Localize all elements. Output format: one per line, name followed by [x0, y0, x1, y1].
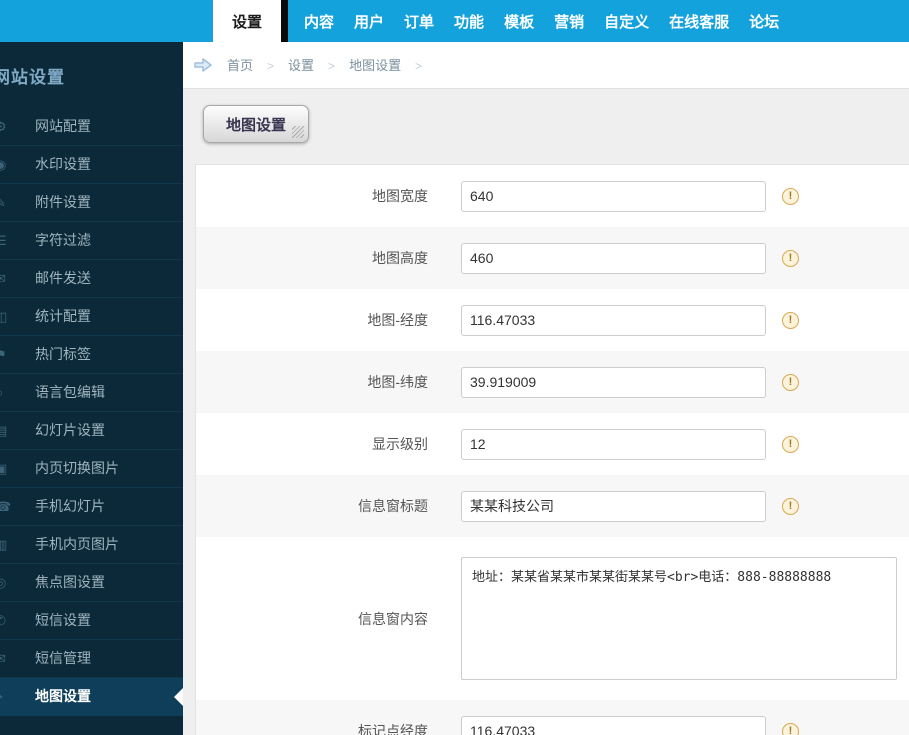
resize-grip-icon	[292, 126, 305, 138]
sidebar: 网站设置 ⚙ 网站配置 ◉ 水印设置 ✎ 附件设置 ☰ 字符过滤 ✉ 邮件发送 ◫ 统计配置 ⚑ 热门标签…	[0, 42, 183, 735]
sidebar-item-焦点图设置[interactable]: ◎ 焦点图设置	[0, 564, 183, 602]
map-longitude-label: 地图-经度	[367, 312, 428, 328]
info-window-content-label: 信息窗内容	[358, 610, 428, 627]
sidebar-item-短信设置[interactable]: ✆ 短信设置	[0, 602, 183, 640]
message-icon: ✉	[0, 651, 6, 666]
main-content: 首页>设置>地图设置> 地图设置 地图宽度!地图高度!地图-经度!地图-纬度!显…	[183, 42, 909, 735]
globe-icon: ○	[0, 374, 13, 411]
form-row-zoom-level: 显示级别!	[196, 413, 909, 475]
warning-icon: !	[782, 187, 799, 205]
section-button-label: 地图设置	[226, 116, 287, 134]
top-navigation: 设置 内容 用户 订单 功能 模板 营销 自定义 在线客服 论坛	[0, 0, 909, 42]
filter-icon: ☰	[0, 233, 7, 248]
sidebar-item-邮件发送[interactable]: ✉ 邮件发送	[0, 260, 183, 298]
info-window-title-label: 信息窗标题	[358, 498, 428, 514]
active-item-arrow-icon	[174, 687, 183, 706]
info-window-content-textarea[interactable]	[461, 557, 897, 680]
form-row-info-window-title: 信息窗标题!	[196, 475, 909, 537]
sidebar-item-水印设置[interactable]: ◉ 水印设置	[0, 146, 183, 184]
nav-tab[interactable]: 论坛	[749, 11, 779, 32]
sidebar-item-附件设置[interactable]: ✎ 附件设置	[0, 184, 183, 222]
breadcrumb-item[interactable]: 地图设置	[349, 58, 401, 73]
warning-icon: !	[782, 435, 799, 453]
nav-tab[interactable]: 功能	[454, 11, 484, 32]
admin-screen: 设置 内容 用户 订单 功能 模板 营销 自定义 在线客服 论坛 网站设置 ⚙ 网站配置 ◉ 水印设置…	[0, 0, 909, 735]
map-height-label: 地图高度	[372, 250, 428, 266]
sidebar-item-手机内页图片[interactable]: ▥ 手机内页图片	[0, 526, 183, 564]
focus-icon: ◎	[0, 575, 7, 590]
marker-longitude-input[interactable]	[461, 715, 766, 735]
zoom-level-input[interactable]	[461, 428, 766, 460]
page-body: 地图设置 地图宽度!地图高度!地图-经度!地图-纬度!显示级别!信息窗标题!信息…	[183, 89, 909, 735]
marker-longitude-label: 标记点经度	[358, 723, 428, 735]
home-arrow-icon	[193, 57, 213, 73]
form-row-map-height: 地图高度!	[196, 227, 909, 289]
image-icon: ▣	[0, 461, 8, 476]
sidebar-item-手机幻灯片[interactable]: ☎ 手机幻灯片	[0, 488, 183, 526]
warning-icon: !	[782, 497, 799, 515]
form-row-map-width: 地图宽度!	[196, 165, 909, 227]
breadcrumb: 首页 > 设置 > 地图设置 >	[183, 42, 909, 89]
sidebar-item-统计配置[interactable]: ◫ 统计配置	[0, 298, 183, 336]
zoom-level-label: 显示级别	[372, 436, 428, 452]
map-height-input[interactable]	[461, 242, 766, 274]
breadcrumb-item[interactable]: 设置	[288, 58, 314, 73]
nav-tab[interactable]: 模板	[504, 11, 534, 32]
map-settings-section-button[interactable]: 地图设置	[203, 105, 310, 143]
tab-settings[interactable]: 设置	[213, 0, 281, 42]
nav-left-spacer	[0, 0, 213, 42]
warning-icon: !	[782, 373, 799, 391]
tag-icon: ⚑	[0, 347, 7, 362]
sidebar-menu: ⚙网站配置◉水印设置✎附件设置☰字符过滤✉邮件发送◫统计配置⚑热门标签○语言包编…	[0, 108, 183, 716]
info-window-title-input[interactable]	[461, 490, 766, 522]
map-width-label: 地图宽度	[372, 188, 428, 204]
breadcrumb-separator: >	[415, 59, 423, 73]
sidebar-item-地图设置[interactable]: ⌖地图设置	[0, 678, 183, 716]
gear-icon: ⚙	[0, 119, 7, 134]
nav-tab[interactable]: 内容	[304, 11, 334, 32]
form-row-map-latitude: 地图-纬度!	[196, 351, 909, 413]
map-settings-form: 地图宽度!地图高度!地图-经度!地图-纬度!显示级别!信息窗标题!信息窗内容标记…	[195, 164, 909, 735]
nav-tabs: 内容 用户 订单 功能 模板 营销 自定义 在线客服 论坛	[294, 0, 789, 42]
active-tab-divider	[281, 0, 288, 42]
droplet-icon: ◉	[0, 157, 7, 172]
map-latitude-label: 地图-纬度	[367, 374, 428, 390]
form-row-info-window-content: 信息窗内容	[196, 537, 909, 700]
breadcrumb-separator: >	[328, 59, 336, 73]
breadcrumb-separator: >	[267, 59, 275, 73]
form-row-map-longitude: 地图-经度!	[196, 289, 909, 351]
map-longitude-input[interactable]	[461, 304, 766, 336]
phone-image-icon: ▥	[0, 537, 8, 552]
sidebar-item-内页切换图片[interactable]: ▣ 内页切换图片	[0, 450, 183, 488]
form-row-marker-longitude: 标记点经度!	[196, 700, 909, 735]
phone-icon: ☎	[0, 499, 12, 514]
nav-tab[interactable]: 自定义	[604, 11, 649, 32]
sidebar-item-热门标签[interactable]: ⚑ 热门标签	[0, 336, 183, 374]
map-icon: ⌖	[0, 678, 13, 715]
warning-icon: !	[782, 311, 799, 329]
map-latitude-input[interactable]	[461, 366, 766, 398]
slideshow-icon: ▤	[0, 423, 8, 438]
sidebar-title: 网站设置	[0, 68, 65, 87]
sidebar-item-语言包编辑[interactable]: ○语言包编辑	[0, 374, 183, 412]
breadcrumb-item[interactable]: 首页	[227, 58, 253, 73]
breadcrumb-items: 首页 > 设置 > 地图设置 >	[227, 55, 436, 75]
map-width-input[interactable]	[461, 180, 766, 212]
nav-tab[interactable]: 营销	[554, 11, 584, 32]
warning-icon: !	[782, 722, 799, 735]
warning-icon: !	[782, 249, 799, 267]
sidebar-item-短信管理[interactable]: ✉ 短信管理	[0, 640, 183, 678]
mail-icon: ✉	[0, 271, 6, 286]
paperclip-icon: ✎	[0, 195, 6, 210]
nav-tab[interactable]: 订单	[404, 11, 434, 32]
nav-tab[interactable]: 在线客服	[669, 11, 729, 32]
sms-icon: ✆	[0, 613, 6, 628]
sidebar-item-网站配置[interactable]: ⚙ 网站配置	[0, 108, 183, 146]
sidebar-item-幻灯片设置[interactable]: ▤ 幻灯片设置	[0, 412, 183, 450]
nav-tab[interactable]: 用户	[354, 11, 384, 32]
sidebar-item-字符过滤[interactable]: ☰ 字符过滤	[0, 222, 183, 260]
chart-icon: ◫	[0, 309, 8, 324]
